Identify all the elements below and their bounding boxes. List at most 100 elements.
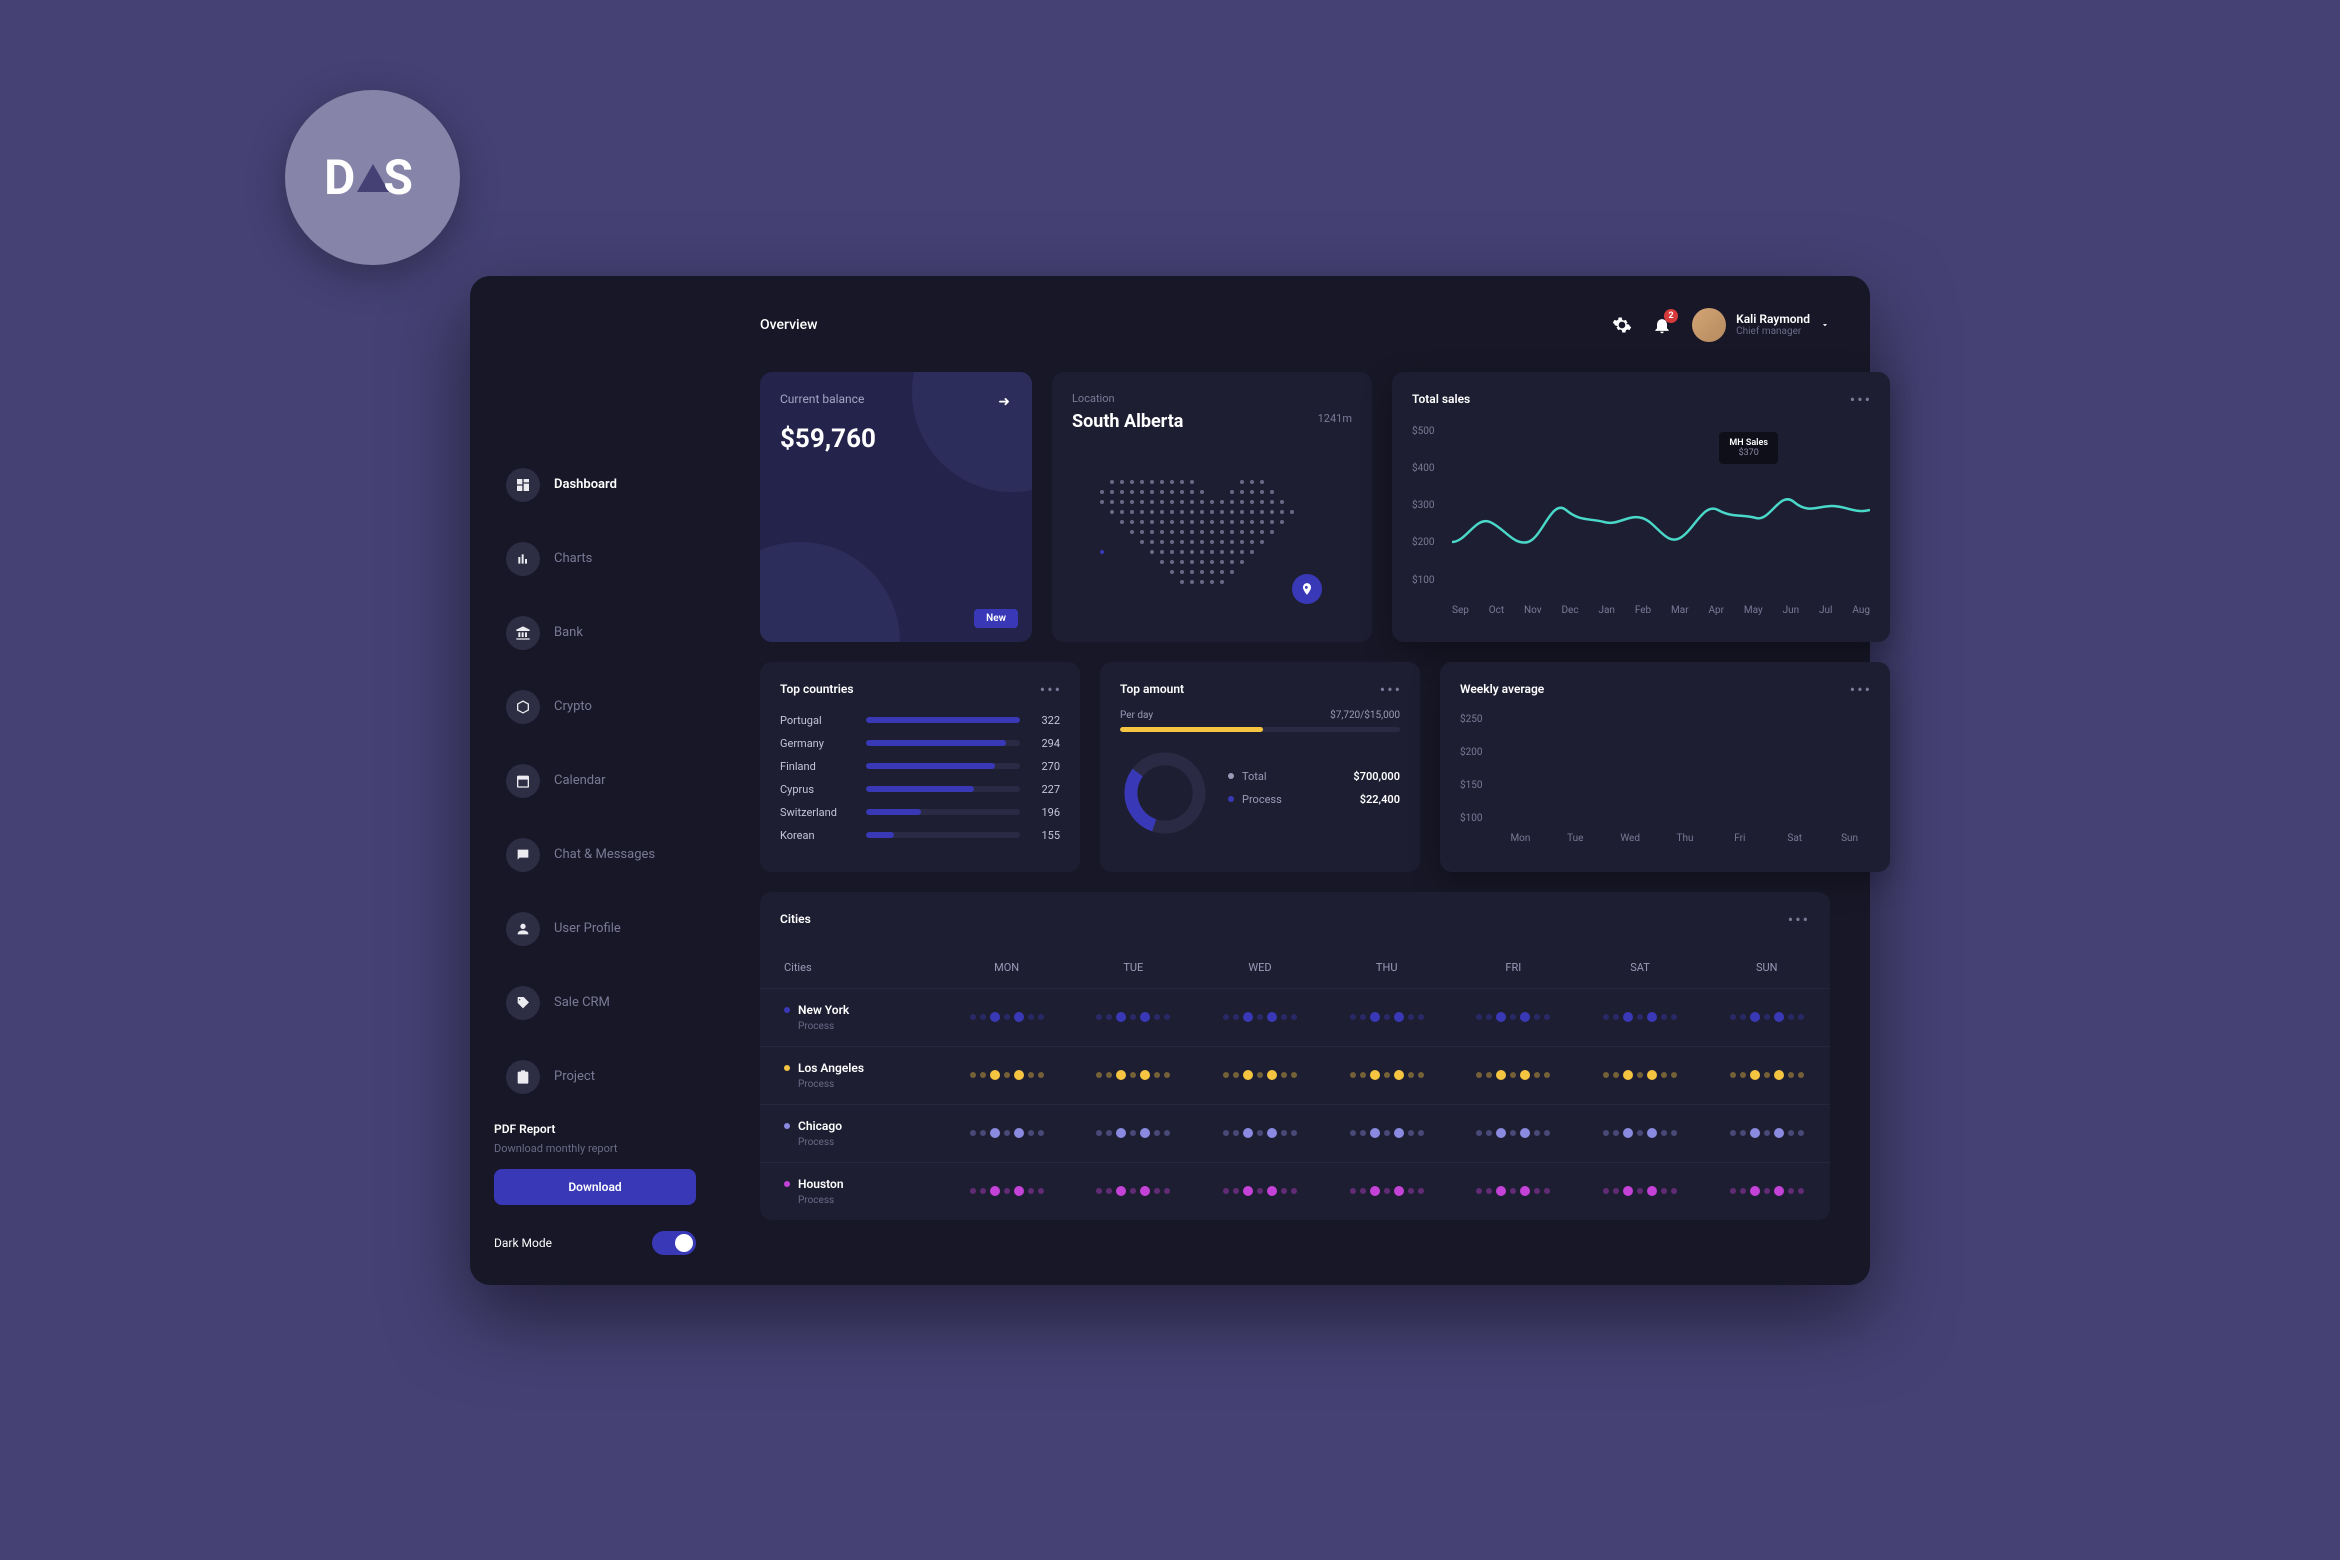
sparkline-cell bbox=[1197, 989, 1324, 1046]
x-tick: Oct bbox=[1489, 605, 1504, 616]
country-bar bbox=[866, 809, 1020, 815]
dark-mode-toggle[interactable] bbox=[652, 1231, 696, 1255]
download-button[interactable]: Download bbox=[494, 1169, 696, 1205]
sparkline-cell bbox=[1577, 1047, 1704, 1104]
x-tick: Jul bbox=[1819, 605, 1832, 616]
card-menu-icon[interactable]: ••• bbox=[1380, 680, 1402, 699]
location-name: South Alberta bbox=[1072, 411, 1352, 432]
sidebar-item-crm[interactable]: Sale CRM bbox=[490, 974, 700, 1032]
legend-process-label: Process bbox=[1242, 793, 1282, 806]
sidebar-item-label: Charts bbox=[554, 551, 592, 566]
sidebar-item-dashboard[interactable]: Dashboard bbox=[490, 456, 700, 514]
sparkline-cell bbox=[1323, 989, 1450, 1046]
card-menu-icon[interactable]: ••• bbox=[1850, 680, 1872, 699]
x-tick: Fri bbox=[1734, 833, 1745, 844]
card-menu-icon[interactable]: ••• bbox=[1788, 910, 1810, 929]
location-map bbox=[1072, 452, 1352, 622]
tag-icon bbox=[506, 986, 540, 1020]
card-menu-icon[interactable]: ••• bbox=[1040, 680, 1062, 699]
sidebar-item-project[interactable]: Project bbox=[490, 1048, 700, 1106]
new-badge: New bbox=[974, 609, 1018, 628]
location-distance: 1241m bbox=[1318, 412, 1352, 425]
sidebar-item-label: Sale CRM bbox=[554, 995, 610, 1010]
user-icon bbox=[506, 912, 540, 946]
sparkline-cell bbox=[1703, 1105, 1830, 1162]
bank-icon bbox=[506, 616, 540, 650]
country-value: 155 bbox=[1030, 829, 1060, 842]
chat-icon bbox=[506, 838, 540, 872]
card-title: Top amount bbox=[1120, 682, 1400, 696]
sparkline-cell bbox=[1450, 1105, 1577, 1162]
sidebar-item-label: Bank bbox=[554, 625, 583, 640]
country-name: Cyprus bbox=[780, 783, 856, 796]
sparkline-cell bbox=[1703, 1163, 1830, 1220]
card-top-amount: Top amount ••• Per day $7,720/$15,000 To… bbox=[1100, 662, 1420, 872]
country-name: Germany bbox=[780, 737, 856, 750]
sidebar-item-calendar[interactable]: Calendar bbox=[490, 752, 700, 810]
country-bar bbox=[866, 786, 1020, 792]
main-content: Overview 2 Kali Raymond Chief manager bbox=[720, 276, 1870, 1285]
city-name: Chicago bbox=[784, 1119, 933, 1133]
sparkline-cell bbox=[1703, 989, 1830, 1046]
chart-icon bbox=[506, 542, 540, 576]
sparkline-cell bbox=[943, 1163, 1070, 1220]
sidebar-item-chat[interactable]: Chat & Messages bbox=[490, 826, 700, 884]
chart-tooltip: MH Sales $370 bbox=[1719, 432, 1778, 464]
country-name: Korean bbox=[780, 829, 856, 842]
notifications-icon[interactable]: 2 bbox=[1652, 315, 1672, 335]
country-row: Finland270 bbox=[780, 760, 1060, 773]
settings-icon[interactable] bbox=[1612, 315, 1632, 335]
country-value: 270 bbox=[1030, 760, 1060, 773]
card-location: Location South Alberta 1241m bbox=[1052, 372, 1372, 642]
sidebar-item-charts[interactable]: Charts bbox=[490, 530, 700, 588]
x-tick: Thu bbox=[1677, 833, 1694, 844]
sidebar-item-bank[interactable]: Bank bbox=[490, 604, 700, 662]
x-tick: Jun bbox=[1783, 605, 1800, 616]
sparkline-cell bbox=[1197, 1163, 1324, 1220]
sparkline-cell bbox=[943, 1047, 1070, 1104]
card-title: Top countries bbox=[780, 682, 1060, 696]
table-header: FRI bbox=[1450, 947, 1577, 988]
card-title: Weekly average bbox=[1460, 682, 1870, 696]
sparkline-cell bbox=[1577, 1105, 1704, 1162]
calendar-icon bbox=[506, 764, 540, 798]
sparkline-cell bbox=[1197, 1105, 1324, 1162]
country-bar bbox=[866, 740, 1020, 746]
sparkline-cell bbox=[1450, 1163, 1577, 1220]
sidebar-item-profile[interactable]: User Profile bbox=[490, 900, 700, 958]
x-tick: Dec bbox=[1561, 605, 1578, 616]
country-name: Portugal bbox=[780, 714, 856, 727]
sidebar-item-crypto[interactable]: Crypto bbox=[490, 678, 700, 736]
sparkline-cell bbox=[943, 1105, 1070, 1162]
legend-total-label: Total bbox=[1242, 770, 1267, 783]
dark-mode-label: Dark Mode bbox=[494, 1236, 552, 1250]
country-bar bbox=[866, 763, 1020, 769]
x-tick: Sun bbox=[1841, 833, 1858, 844]
user-menu[interactable]: Kali Raymond Chief manager bbox=[1692, 308, 1830, 342]
weekly-bar-chart: $250 $200 $150 $100 Mon Tue Wed Thu Fri … bbox=[1460, 714, 1870, 844]
sidebar-item-label: Chat & Messages bbox=[554, 847, 655, 862]
map-pin-icon[interactable] bbox=[1292, 574, 1322, 604]
sidebar-item-label: User Profile bbox=[554, 921, 621, 936]
location-label: Location bbox=[1072, 392, 1352, 405]
sparkline-cell bbox=[1323, 1047, 1450, 1104]
table-header: WED bbox=[1197, 947, 1324, 988]
country-value: 227 bbox=[1030, 783, 1060, 796]
sidebar-footer: PDF Report Download monthly report Downl… bbox=[470, 1122, 720, 1255]
card-balance: Current balance ➜ $59,760 New bbox=[760, 372, 1032, 642]
sparkline-cell bbox=[943, 989, 1070, 1046]
card-title: Total sales bbox=[1412, 392, 1870, 406]
city-name: Los Angeles bbox=[784, 1061, 933, 1075]
city-name: Houston bbox=[784, 1177, 933, 1191]
arrow-right-icon[interactable]: ➜ bbox=[998, 394, 1010, 410]
app-window: Dashboard Charts Bank Crypto Calendar Ch… bbox=[470, 276, 1870, 1285]
user-name: Kali Raymond bbox=[1736, 312, 1810, 326]
sparkline-cell bbox=[1070, 1047, 1197, 1104]
x-tick: Wed bbox=[1620, 833, 1640, 844]
sparkline-cell bbox=[1577, 1163, 1704, 1220]
card-menu-icon[interactable]: ••• bbox=[1850, 390, 1872, 409]
per-day-label: Per day bbox=[1120, 710, 1153, 721]
table-row: Los AngelesProcess bbox=[760, 1046, 1830, 1104]
card-cities: Cities ••• CitiesMONTUEWEDTHUFRISATSUN N… bbox=[760, 892, 1830, 1220]
y-tick: $200 bbox=[1412, 537, 1434, 548]
